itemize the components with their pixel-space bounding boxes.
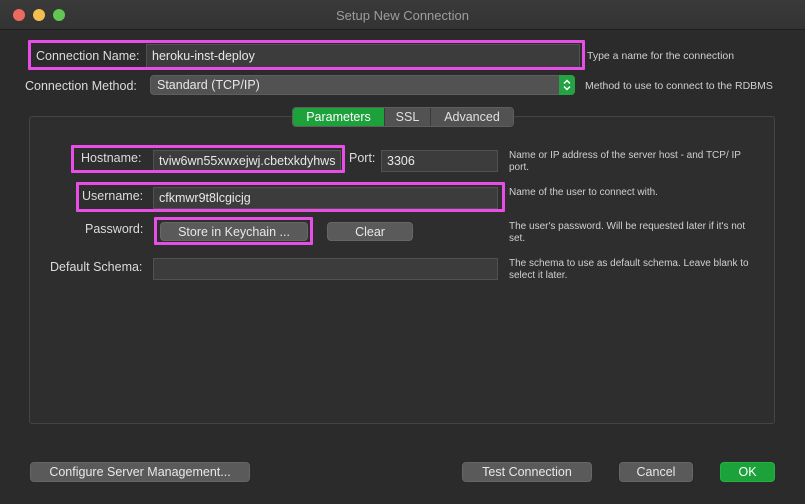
cancel-button[interactable]: Cancel [619,462,693,482]
tab-ssl[interactable]: SSL [385,108,431,126]
connection-name-label: Connection Name: [36,49,140,63]
default-schema-help: The schema to use as default schema. Lea… [509,258,749,281]
default-schema-input[interactable] [153,258,498,280]
connection-method-value: Standard (TCP/IP) [157,78,260,92]
username-help: Name of the user to connect with. [509,187,658,198]
port-label: Port: [349,151,376,165]
connection-method-label: Connection Method: [25,79,137,93]
configure-server-management-button[interactable]: Configure Server Management... [30,462,250,482]
title-bar: Setup New Connection [0,0,805,30]
password-help: The user's password. Will be requested l… [509,221,746,244]
store-in-keychain-button[interactable]: Store in Keychain ... [160,222,308,241]
window-title: Setup New Connection [336,8,469,23]
hostname-help: Name or IP address of the server host - … [509,150,741,173]
tab-parameters[interactable]: Parameters [293,108,385,126]
connection-name-input[interactable]: heroku-inst-deploy [146,44,580,68]
port-input[interactable]: 3306 [381,150,498,172]
connection-name-help: Type a name for the connection [587,50,735,62]
password-label: Password: [85,222,144,236]
test-connection-button[interactable]: Test Connection [462,462,592,482]
connection-method-help: Method to use to connect to the RDBMS [585,80,773,92]
hostname-input[interactable]: tviw6wn55xwxejwj.cbetxkdyhws [153,150,341,172]
chevron-updown-icon[interactable] [559,75,575,95]
ok-button[interactable]: OK [720,462,775,482]
connection-method-select[interactable]: Standard (TCP/IP) [150,75,575,95]
hostname-label: Hostname: [81,151,142,165]
tab-advanced[interactable]: Advanced [431,108,513,126]
clear-password-button[interactable]: Clear [327,222,413,241]
tab-bar: Parameters SSL Advanced [292,107,514,127]
default-schema-label: Default Schema: [50,260,143,274]
username-label: Username: [82,189,144,203]
username-input[interactable]: cfkmwr9t8lcgicjg [153,187,498,209]
